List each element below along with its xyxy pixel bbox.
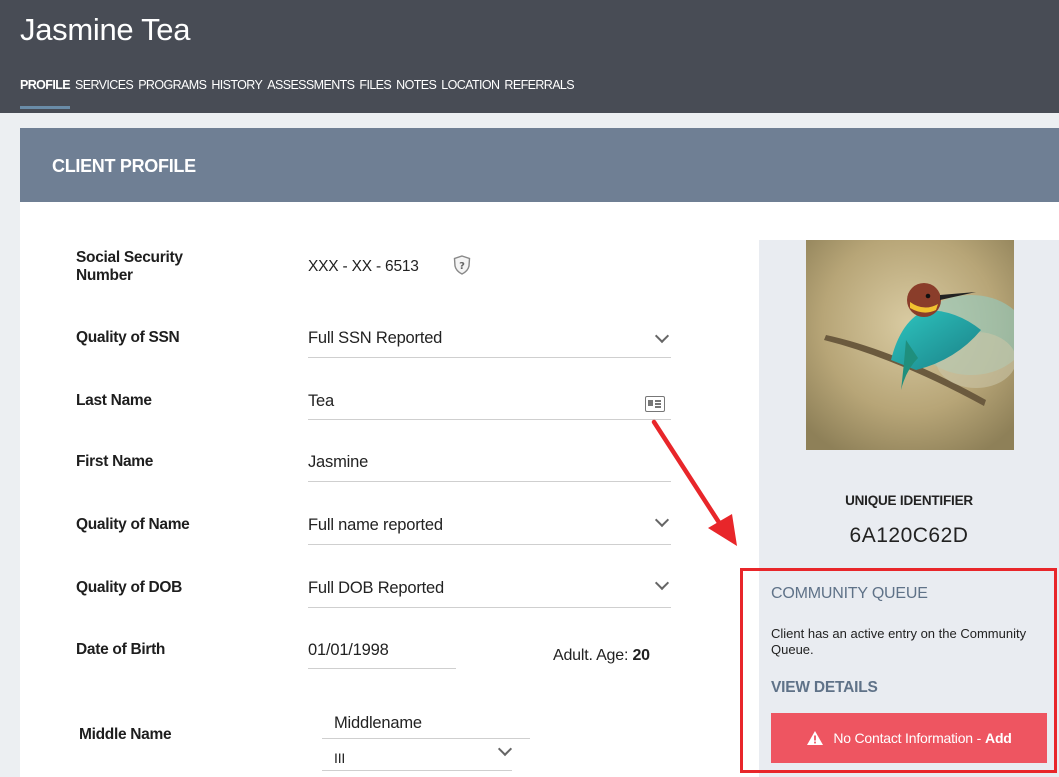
tab-programs[interactable]: PROGRAMS xyxy=(138,78,207,92)
last-name-input[interactable]: Tea xyxy=(308,392,334,411)
unique-identifier-label: UNIQUE IDENTIFIER xyxy=(845,493,973,508)
client-header: Jasmine Tea PROFILE SERVICES PROGRAMS HI… xyxy=(0,0,1059,113)
tab-assessments[interactable]: ASSESSMENTS xyxy=(267,78,355,92)
quality-dob-label: Quality of DOB xyxy=(76,579,183,596)
middle-name-label: Middle Name xyxy=(79,726,172,743)
ssn-label: Social Security Number xyxy=(76,249,183,284)
age-display: Adult. Age: 20 xyxy=(553,647,650,665)
client-photo[interactable] xyxy=(806,240,1014,450)
name-suffix-select[interactable]: III xyxy=(334,750,345,766)
unique-identifier-value: 6A120C62D xyxy=(849,524,969,547)
bird-photo xyxy=(806,240,1014,450)
annotation-highlight-box xyxy=(740,568,1057,773)
first-name-input[interactable]: Jasmine xyxy=(308,453,368,472)
quality-ssn-select[interactable]: Full SSN Reported xyxy=(308,329,442,348)
dob-label: Date of Birth xyxy=(76,641,166,658)
svg-text:?: ? xyxy=(459,261,465,272)
client-profile-header: CLIENT PROFILE xyxy=(20,128,1059,202)
tab-files[interactable]: FILES xyxy=(359,78,391,92)
nav-tabs: PROFILE SERVICES PROGRAMS HISTORY ASSESS… xyxy=(20,78,579,109)
quality-name-label: Quality of Name xyxy=(76,516,190,533)
shield-question-icon[interactable]: ? xyxy=(453,255,471,275)
quality-dob-select[interactable]: Full DOB Reported xyxy=(308,579,444,598)
tab-location[interactable]: LOCATION xyxy=(441,78,500,92)
first-name-label: First Name xyxy=(76,453,154,470)
ssn-value: XXX - XX - 6513 xyxy=(308,258,419,275)
panel-title: CLIENT PROFILE xyxy=(52,156,196,176)
annotation-arrow-icon xyxy=(651,419,737,546)
client-name: Jasmine Tea xyxy=(20,12,191,47)
age-value: 20 xyxy=(632,647,650,664)
middle-name-input[interactable]: Middlename xyxy=(334,714,422,733)
tab-history[interactable]: HISTORY xyxy=(211,78,263,92)
quality-name-select[interactable]: Full name reported xyxy=(308,516,443,535)
tab-profile[interactable]: PROFILE xyxy=(20,78,71,109)
quality-ssn-label: Quality of SSN xyxy=(76,329,180,346)
age-prefix: Adult. Age: xyxy=(553,647,629,664)
tab-referrals[interactable]: REFERRALS xyxy=(504,78,574,92)
id-card-icon[interactable] xyxy=(645,396,665,412)
dob-input[interactable]: 01/01/1998 xyxy=(308,641,389,660)
last-name-label: Last Name xyxy=(76,392,152,409)
tab-services[interactable]: SERVICES xyxy=(75,78,134,92)
tab-notes[interactable]: NOTES xyxy=(396,78,437,92)
